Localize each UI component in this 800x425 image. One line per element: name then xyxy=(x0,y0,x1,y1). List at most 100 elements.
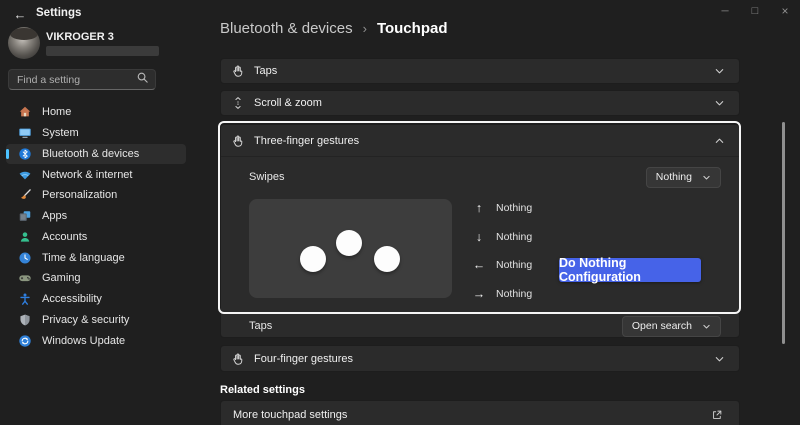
three-finger-taps-dropdown-value: Open search xyxy=(632,320,692,332)
personalization-icon xyxy=(18,188,32,202)
touchpad-illustration xyxy=(249,199,452,298)
sidebar-item-privacy-security[interactable]: Privacy & security xyxy=(6,310,186,331)
sidebar-item-label: Gaming xyxy=(42,272,81,284)
three-finger-gesture-icon xyxy=(231,134,245,148)
chevron-down-icon[interactable] xyxy=(714,98,725,109)
taps-card[interactable]: Taps xyxy=(220,58,740,84)
swipe-down-value: Nothing xyxy=(496,231,532,243)
three-finger-taps-dropdown[interactable]: Open search xyxy=(622,316,721,337)
four-finger-gestures-label: Four-finger gestures xyxy=(254,353,353,365)
scroll-zoom-card-label: Scroll & zoom xyxy=(254,97,322,109)
swipe-down-row: ↓ Nothing xyxy=(471,228,532,246)
scroll-zoom-icon xyxy=(231,96,245,110)
four-finger-gesture-icon xyxy=(231,352,245,366)
related-settings-header: Related settings xyxy=(220,384,305,396)
sidebar-nav: Home System Bluetooth & devices Network … xyxy=(6,102,186,351)
finger-dot xyxy=(336,230,362,256)
page-title: Touchpad xyxy=(377,20,448,37)
home-icon xyxy=(18,105,32,119)
swipe-right-row: → Nothing xyxy=(471,285,532,303)
sidebar-item-label: Personalization xyxy=(42,189,117,201)
gaming-icon xyxy=(18,271,32,285)
chevron-up-icon[interactable] xyxy=(714,135,725,146)
sidebar-item-system[interactable]: System xyxy=(6,123,186,144)
external-link-icon xyxy=(711,409,723,421)
tap-gesture-icon xyxy=(231,64,245,78)
sidebar-item-windows-update[interactable]: Windows Update xyxy=(6,330,186,351)
search-box[interactable] xyxy=(8,69,156,90)
finger-dot xyxy=(374,246,400,272)
sidebar-item-label: Network & internet xyxy=(42,169,132,181)
sidebar-item-personalization[interactable]: Personalization xyxy=(6,185,186,206)
accounts-icon xyxy=(18,230,32,244)
three-finger-gestures-header[interactable]: Three-finger gestures xyxy=(221,125,739,157)
avatar[interactable] xyxy=(8,27,40,59)
accessibility-icon xyxy=(18,292,32,306)
apps-icon xyxy=(18,209,32,223)
close-button[interactable]: × xyxy=(770,0,800,22)
three-finger-gestures-card: Three-finger gestures Swipes Nothing ↑ N… xyxy=(220,124,740,338)
more-touchpad-settings-card[interactable]: More touchpad settings xyxy=(220,400,740,425)
chevron-down-icon xyxy=(702,322,711,331)
minimize-button[interactable]: ─ xyxy=(710,0,740,22)
four-finger-gestures-card[interactable]: Four-finger gestures xyxy=(220,345,740,372)
breadcrumb: Bluetooth & devices › Touchpad xyxy=(220,20,447,37)
sidebar-item-label: Accessibility xyxy=(42,293,102,305)
three-finger-gestures-label: Three-finger gestures xyxy=(254,135,359,147)
sidebar-item-time-language[interactable]: Time & language xyxy=(6,247,186,268)
sidebar-item-label: Accounts xyxy=(42,231,87,243)
scroll-zoom-card[interactable]: Scroll & zoom xyxy=(220,90,740,116)
system-icon xyxy=(18,126,32,140)
breadcrumb-parent[interactable]: Bluetooth & devices xyxy=(220,20,353,37)
swipe-right-value: Nothing xyxy=(496,288,532,300)
swipe-up-value: Nothing xyxy=(496,202,532,214)
arrow-up-icon: ↑ xyxy=(471,201,487,215)
chevron-down-icon xyxy=(702,173,711,182)
sidebar-item-label: Privacy & security xyxy=(42,314,129,326)
finger-dot xyxy=(300,246,326,272)
sidebar-item-label: System xyxy=(42,127,79,139)
window-controls: ─ □ × xyxy=(710,0,800,22)
sidebar-item-label: Home xyxy=(42,106,71,118)
swipes-dropdown-value: Nothing xyxy=(656,171,692,183)
sidebar-item-label: Bluetooth & devices xyxy=(42,148,139,160)
swipe-left-value: Nothing xyxy=(496,259,532,271)
arrow-right-icon: → xyxy=(471,287,487,301)
sidebar-item-apps[interactable]: Apps xyxy=(6,206,186,227)
sidebar-item-accessibility[interactable]: Accessibility xyxy=(6,289,186,310)
arrow-down-icon: ↓ xyxy=(471,230,487,244)
sidebar-item-label: Time & language xyxy=(42,252,125,264)
user-name: VIKROGER 3 xyxy=(46,31,114,43)
sidebar-item-gaming[interactable]: Gaming xyxy=(6,268,186,289)
sidebar-item-label: Apps xyxy=(42,210,67,222)
taps-card-label: Taps xyxy=(254,65,277,77)
three-finger-taps-label: Taps xyxy=(249,320,272,332)
sidebar-item-label: Windows Update xyxy=(42,335,125,347)
search-input[interactable] xyxy=(17,74,136,86)
back-button[interactable]: ← xyxy=(8,4,32,24)
more-touchpad-settings-label: More touchpad settings xyxy=(233,409,347,421)
chevron-down-icon[interactable] xyxy=(714,353,725,364)
swipe-up-row: ↑ Nothing xyxy=(471,199,532,217)
swipes-label: Swipes xyxy=(249,171,284,183)
breadcrumb-separator: › xyxy=(363,21,367,36)
windows-update-icon xyxy=(18,334,32,348)
privacy-icon xyxy=(18,313,32,327)
maximize-button[interactable]: □ xyxy=(740,0,770,22)
sidebar-item-network-internet[interactable]: Network & internet xyxy=(6,164,186,185)
annotation-button[interactable]: Do Nothing Configuration xyxy=(559,258,701,282)
sidebar-item-home[interactable]: Home xyxy=(6,102,186,123)
app-title: Settings xyxy=(36,7,81,19)
arrow-left-icon: ← xyxy=(471,258,487,272)
scrollbar[interactable] xyxy=(782,122,785,344)
swipe-left-row: ← Nothing xyxy=(471,256,532,274)
sidebar-item-bluetooth-devices[interactable]: Bluetooth & devices xyxy=(6,144,186,165)
user-email-redacted xyxy=(46,46,159,56)
network-icon xyxy=(18,168,32,182)
chevron-down-icon[interactable] xyxy=(714,66,725,77)
search-icon xyxy=(136,71,149,89)
time-language-icon xyxy=(18,251,32,265)
bluetooth-icon xyxy=(18,147,32,161)
swipes-dropdown[interactable]: Nothing xyxy=(646,167,721,188)
sidebar-item-accounts[interactable]: Accounts xyxy=(6,227,186,248)
